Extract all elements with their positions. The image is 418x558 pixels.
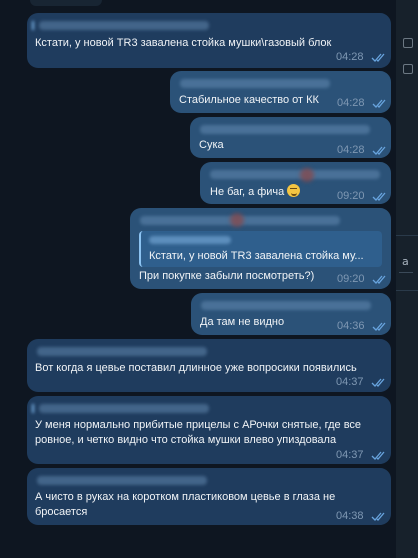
divider — [399, 272, 413, 273]
message-text: Не баг, а фича — [210, 184, 301, 200]
sender-name-redacted — [32, 21, 209, 30]
message-text: Стабильное качество от КК — [179, 94, 319, 106]
message-bubble[interactable]: Вот когда я цевье поставил длинное уже в… — [27, 339, 391, 392]
side-panel-label: a — [402, 255, 409, 268]
divider — [396, 290, 418, 291]
sender-name-redacted — [37, 347, 207, 356]
double-check-icon — [372, 146, 386, 155]
double-check-icon — [372, 192, 386, 201]
message-bubble[interactable]: Да там не видно 04:36 — [191, 293, 391, 335]
message-bubble[interactable]: Кстати, у новой TR3 завалена стойка му..… — [130, 208, 391, 289]
message-time: 04:28 — [337, 97, 365, 109]
message-bubble[interactable]: Стабильное качество от КК 04:28 — [170, 71, 391, 113]
checkbox-icon[interactable] — [403, 38, 413, 48]
rofl-emoji-icon — [287, 184, 301, 197]
double-check-icon — [372, 275, 386, 284]
sender-avatar-redacted — [230, 213, 244, 227]
message-time: 09:20 — [337, 190, 365, 202]
quote-sender-redacted — [149, 236, 231, 244]
message-time: 09:20 — [337, 273, 365, 285]
message-text: Да там не видно — [200, 316, 285, 328]
divider — [396, 235, 418, 236]
message-time: 04:37 — [336, 449, 364, 461]
message-text: При покупке забыли посмотреть?) — [139, 270, 315, 282]
message-time: 04:36 — [337, 320, 365, 332]
quote-text: Кстати, у новой TR3 завалена стойка му..… — [149, 250, 364, 262]
message-time: 04:37 — [336, 376, 364, 388]
message-bubble[interactable]: А чисто в руках на коротком пластиковом … — [27, 468, 391, 525]
message-text: Сука — [199, 139, 224, 151]
sender-name-redacted — [201, 301, 371, 310]
sender-name-redacted — [180, 79, 330, 88]
previous-message-edge — [30, 0, 102, 6]
double-check-icon — [372, 322, 386, 331]
message-time: 04:28 — [337, 144, 365, 156]
message-time: 04:38 — [336, 510, 364, 522]
double-check-icon — [371, 378, 385, 387]
double-check-icon — [371, 512, 385, 521]
sender-name-redacted — [32, 404, 209, 413]
message-text: Кстати, у новой TR3 завалена стойка мушк… — [35, 37, 332, 49]
reply-quote[interactable]: Кстати, у новой TR3 завалена стойка му..… — [139, 231, 382, 267]
chat-area[interactable]: Кстати, у новой TR3 завалена стойка мушк… — [0, 0, 395, 558]
message-bubble[interactable]: Сука 04:28 — [190, 117, 391, 158]
double-check-icon — [371, 451, 385, 460]
sender-name-redacted — [200, 125, 370, 134]
message-text: А чисто в руках на коротком пластиковом … — [35, 491, 336, 518]
side-panel-edge[interactable]: a — [396, 0, 418, 558]
message-bubble[interactable]: Не баг, а фича 09:20 — [200, 162, 391, 204]
checkbox-icon[interactable] — [403, 64, 413, 74]
sender-name-redacted — [210, 170, 380, 179]
message-text: У меня нормально прибитые прицелы с АРоч… — [35, 419, 362, 446]
message-bubble[interactable]: Кстати, у новой TR3 завалена стойка мушк… — [27, 13, 391, 68]
double-check-icon — [371, 53, 385, 62]
sender-name-redacted — [37, 476, 207, 485]
message-bubble[interactable]: У меня нормально прибитые прицелы с АРоч… — [27, 396, 391, 464]
message-text: Вот когда я цевье поставил длинное уже в… — [35, 362, 357, 374]
message-time: 04:28 — [336, 51, 364, 63]
sender-avatar-redacted — [300, 168, 314, 182]
double-check-icon — [372, 99, 386, 108]
